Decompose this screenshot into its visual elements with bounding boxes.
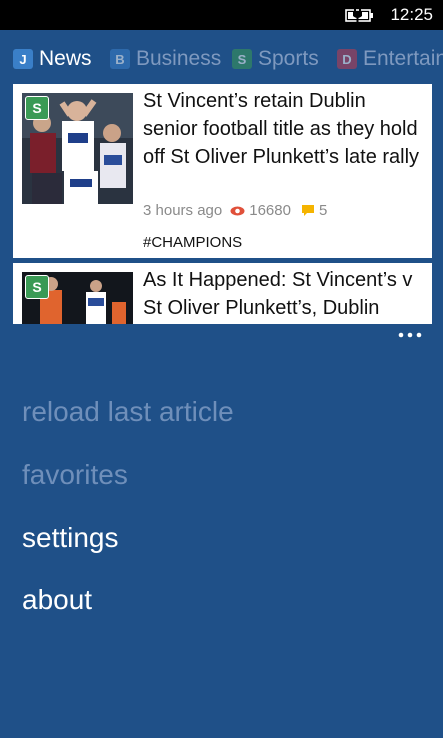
clock: 12:25	[390, 5, 433, 24]
entertainment-badge-icon: D	[337, 49, 357, 69]
menu-item-settings[interactable]: settings	[22, 522, 119, 554]
tab-sports[interactable]: S Sports	[232, 42, 319, 76]
status-bar: 12:25	[0, 0, 443, 30]
menu-item-favorites[interactable]: favorites	[22, 459, 128, 491]
more-options-icon[interactable]	[397, 328, 423, 342]
menu-item-reload-last-article[interactable]: reload last article	[22, 396, 234, 428]
comment-icon	[301, 205, 314, 216]
eye-icon	[230, 206, 245, 215]
news-badge-icon: J	[13, 49, 33, 69]
article-tag[interactable]: #CHAMPIONS	[143, 234, 242, 251]
tab-business[interactable]: B Business	[110, 42, 221, 76]
article-title: St Vincent’s retain Dublin senior footba…	[143, 90, 420, 168]
tab-label: Entertain	[363, 47, 443, 70]
tab-label: News	[39, 47, 92, 70]
article-title: As It Happened: St Vincent’s v St Oliver…	[143, 269, 413, 319]
sports-category-icon: S	[25, 275, 49, 299]
sports-category-icon: S	[25, 96, 49, 120]
tab-news[interactable]: J News	[13, 42, 92, 76]
article-card[interactable]: S St Vincent’s retain Dublin senior foot…	[13, 84, 432, 258]
article-card[interactable]: S As It Happened: St Vincent’s v St Oliv…	[13, 263, 432, 324]
article-list: S St Vincent’s retain Dublin senior foot…	[13, 84, 432, 324]
business-badge-icon: B	[110, 49, 130, 69]
menu-item-about[interactable]: about	[22, 584, 92, 616]
comment-count: 5	[318, 202, 328, 219]
tab-label: Sports	[258, 47, 319, 70]
article-time: 3 hours ago	[143, 202, 223, 219]
sports-badge-icon: S	[232, 49, 252, 69]
tab-label: Business	[136, 47, 222, 70]
view-count: 16680	[249, 202, 291, 219]
category-tabs: J News B Business S Sports D Entertain	[0, 42, 443, 76]
battery-charging-icon	[345, 8, 373, 23]
tab-entertainment[interactable]: D Entertain	[337, 42, 443, 76]
article-meta: 3 hours ago 16680 5	[143, 202, 327, 219]
